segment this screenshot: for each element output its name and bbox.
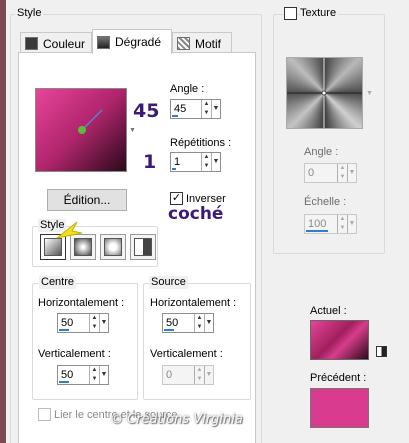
pointer-arrow-icon (56, 221, 83, 239)
centre-h-down-arrow-icon[interactable]: ▼ (90, 323, 99, 332)
style-group-title: Style (15, 7, 44, 20)
centre-vertical-label: Verticalement : (38, 348, 111, 360)
tab-couleur[interactable]: Couleur (20, 32, 92, 54)
texture-scale-label: Échelle : (304, 196, 347, 208)
style-sunburst-button[interactable] (100, 234, 126, 260)
tab-motif[interactable]: Motif (172, 32, 232, 54)
texture-dropdown-arrow-icon[interactable]: ▼ (366, 90, 373, 97)
tab-degrade-label: Dégradé (115, 35, 162, 49)
repetitions-slider-arrow-icon[interactable]: ▼ (211, 153, 220, 171)
centre-v-slider-arrow-icon[interactable]: ▼ (99, 366, 108, 384)
source-horizontal-label: Horizontalement : (150, 297, 237, 309)
texture-preview[interactable] (286, 57, 363, 129)
source-vertical-spinbox[interactable]: 0 ▲ ▼ ▼ (162, 365, 214, 385)
centre-vertical-value: 50 (61, 369, 74, 381)
texture-angle-slider-arrow-icon[interactable]: ▼ (347, 164, 356, 182)
gradient-preview[interactable] (35, 88, 127, 172)
centre-v-down-arrow-icon[interactable]: ▼ (90, 375, 99, 384)
texture-scale-spinbox[interactable]: 100 ▲ ▼ ▼ (304, 214, 357, 234)
source-horizontal-value: 50 (166, 317, 179, 329)
source-vertical-label: Verticalement : (150, 348, 223, 360)
texture-angle-value: 0 (308, 167, 315, 179)
tab-degrade[interactable]: Dégradé (92, 29, 172, 54)
texture-angle-up-arrow-icon[interactable]: ▲ (338, 164, 347, 173)
source-horizontal-spinbox[interactable]: 50 ▲ ▼ ▼ (162, 313, 214, 333)
swap-style-icon[interactable] (376, 346, 387, 357)
texture-scale-slider-arrow-icon[interactable]: ▼ (347, 215, 356, 233)
texture-angle-spinbox[interactable]: 0 ▲ ▼ ▼ (304, 163, 357, 183)
gradient-icon (97, 35, 110, 49)
sunburst-gradient-icon (104, 238, 122, 256)
previous-swatch[interactable] (310, 388, 369, 428)
repetitions-label: Répétitions : (170, 137, 232, 149)
invert-annotation: coché (168, 204, 224, 224)
angle-up-arrow-icon[interactable]: ▲ (202, 100, 211, 109)
angle-value: 45 (174, 103, 187, 115)
centre-vertical-spinbox[interactable]: 50 ▲ ▼ ▼ (57, 365, 109, 385)
texture-scale-down-arrow-icon[interactable]: ▼ (338, 224, 347, 233)
gradient-direction-handle[interactable] (36, 89, 126, 171)
repetitions-value: 1 (174, 156, 181, 168)
pattern-icon (177, 37, 190, 50)
angle-spinbox[interactable]: 45 ▲ ▼ ▼ (170, 99, 221, 119)
source-h-slider-arrow-icon[interactable]: ▼ (204, 314, 213, 332)
centre-horizontal-value: 50 (61, 317, 74, 329)
texture-label: Texture (300, 7, 339, 20)
source-vertical-value: 0 (166, 369, 173, 381)
angle-label: Angle : (170, 83, 205, 95)
edit-button[interactable]: Édition... (47, 189, 127, 211)
texture-angle-label: Angle : (304, 146, 339, 158)
repetitions-annotation: 1 (143, 151, 157, 173)
repetitions-spinbox[interactable]: 1 ▲ ▼ ▼ (170, 152, 221, 172)
texture-scale-up-arrow-icon[interactable]: ▲ (338, 215, 347, 224)
window-edge (0, 0, 6, 443)
source-v-up-arrow-icon[interactable]: ▲ (195, 366, 204, 375)
source-v-down-arrow-icon[interactable]: ▼ (195, 375, 204, 384)
source-v-slider-arrow-icon[interactable]: ▼ (204, 366, 213, 384)
tab-couleur-label: Couleur (43, 36, 86, 51)
source-h-up-arrow-icon[interactable]: ▲ (195, 314, 204, 323)
current-label: Actuel : (310, 305, 347, 317)
repetitions-up-arrow-icon[interactable]: ▲ (202, 153, 211, 162)
centre-horizontal-label: Horizontalement : (38, 297, 125, 309)
source-h-down-arrow-icon[interactable]: ▼ (195, 323, 204, 332)
solid-color-icon (25, 37, 38, 50)
centre-h-slider-arrow-icon[interactable]: ▼ (99, 314, 108, 332)
angle-slider-arrow-icon[interactable]: ▼ (211, 100, 220, 118)
watermark: © Créations Virginia (110, 412, 243, 427)
texture-pattern (287, 58, 362, 128)
current-swatch[interactable] (310, 320, 369, 360)
centre-group-title: Centre (39, 276, 77, 289)
link-centre-source-checkbox[interactable] (38, 408, 51, 421)
texture-angle-down-arrow-icon[interactable]: ▼ (338, 173, 347, 182)
repetitions-down-arrow-icon[interactable]: ▼ (202, 162, 211, 171)
previous-label: Précédent : (310, 372, 367, 384)
angle-annotation: 45 (133, 100, 160, 122)
rectangular-gradient-icon (134, 238, 152, 256)
preview-dropdown-arrow-icon[interactable]: ▼ (129, 127, 136, 134)
angle-down-arrow-icon[interactable]: ▼ (202, 109, 211, 118)
texture-scale-value: 100 (308, 218, 327, 230)
texture-checkbox[interactable] (284, 7, 297, 20)
centre-v-up-arrow-icon[interactable]: ▲ (90, 366, 99, 375)
style-rectangular-button[interactable] (130, 234, 156, 260)
centre-horizontal-spinbox[interactable]: 50 ▲ ▼ ▼ (57, 313, 109, 333)
source-group-title: Source (149, 276, 188, 289)
centre-h-up-arrow-icon[interactable]: ▲ (90, 314, 99, 323)
tab-motif-label: Motif (195, 36, 222, 51)
